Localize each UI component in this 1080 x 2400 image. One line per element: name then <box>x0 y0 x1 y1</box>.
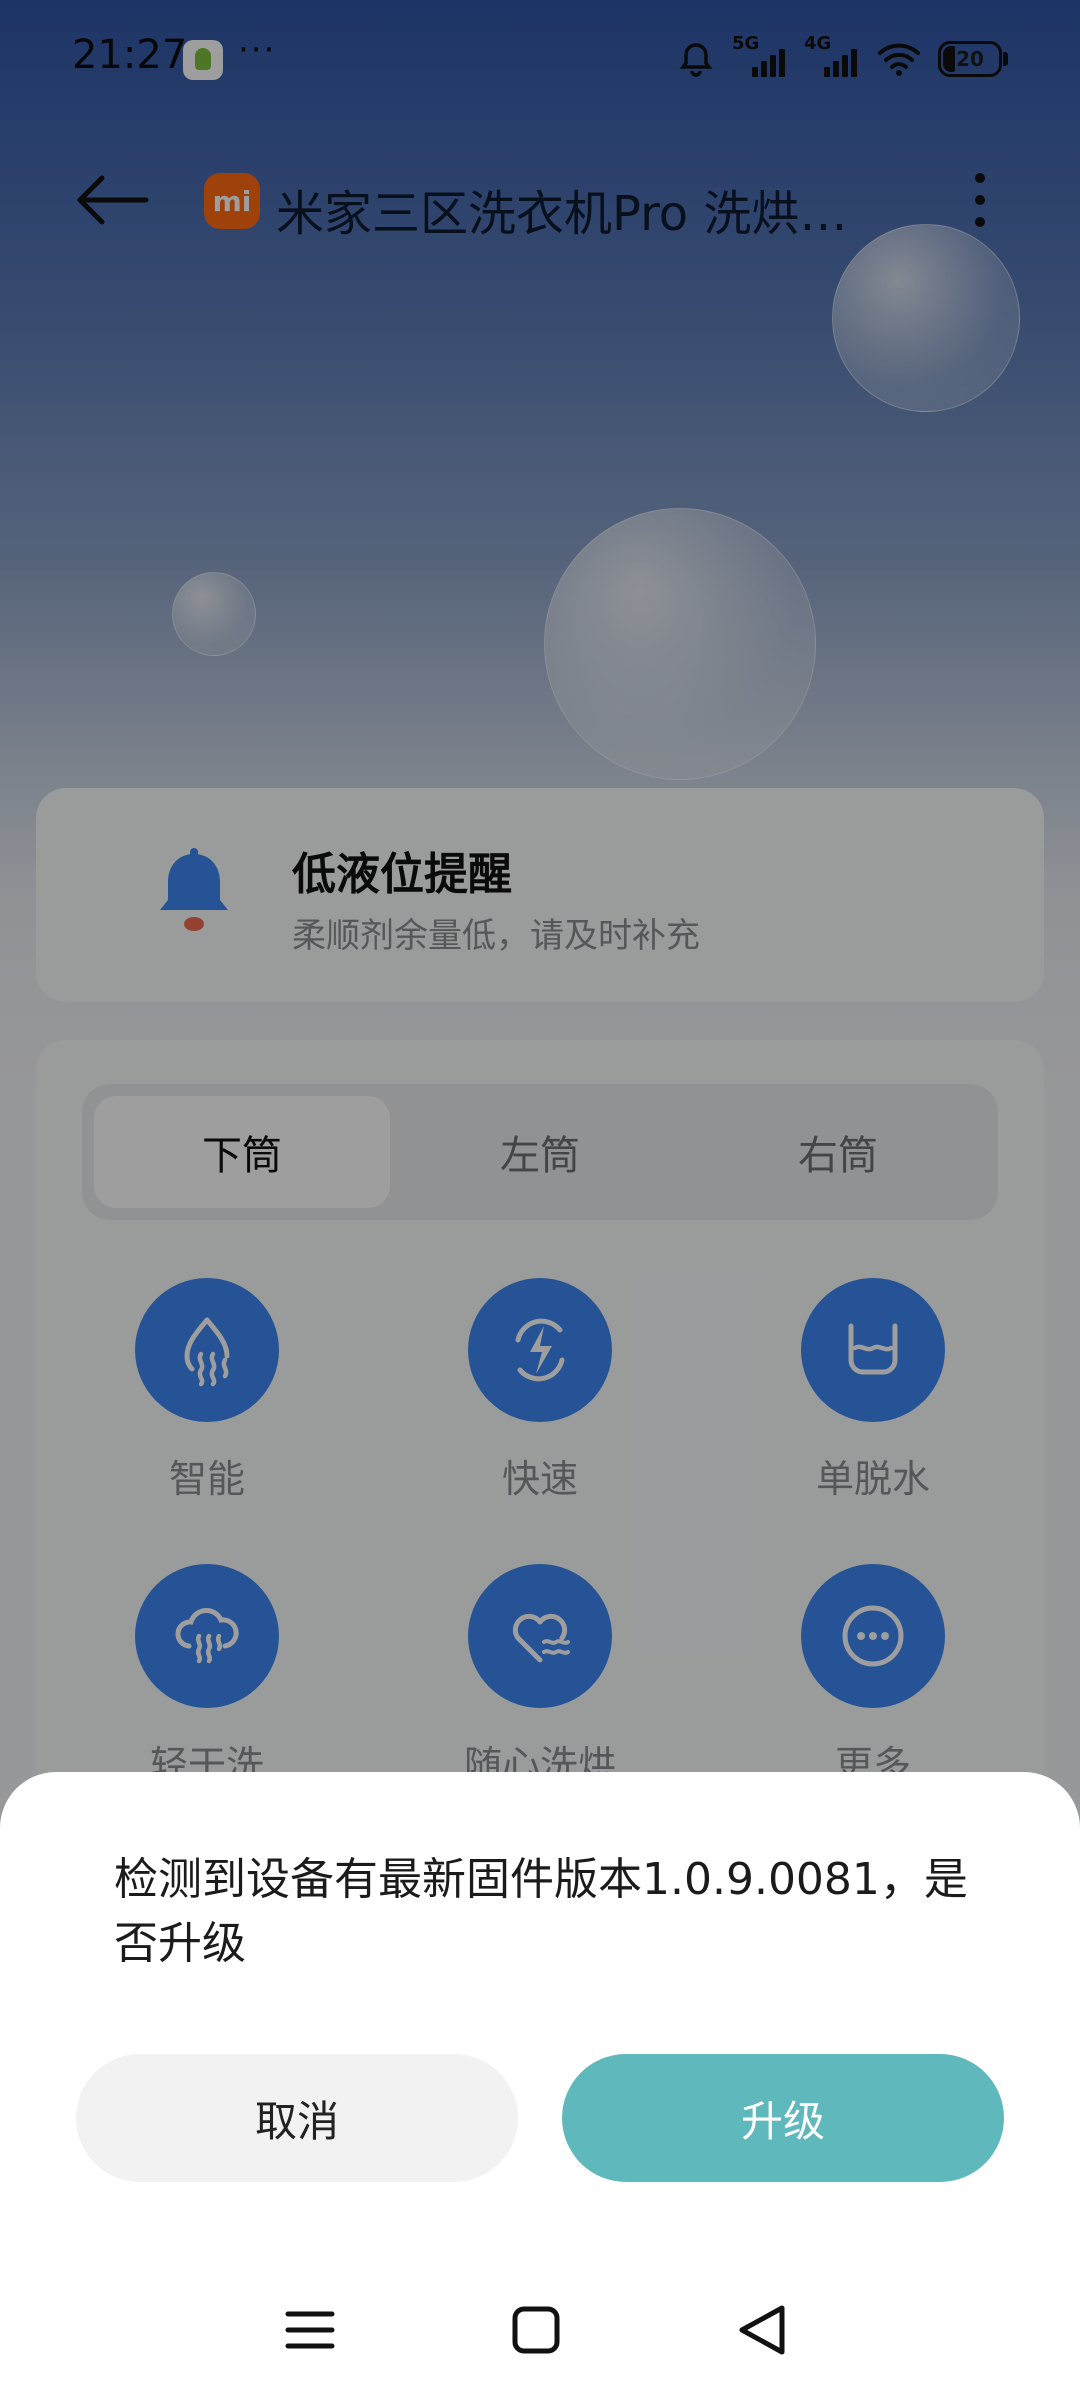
cancel-button[interactable]: 取消 <box>76 2054 518 2182</box>
battery-level: 20 <box>956 47 984 71</box>
upgrade-button[interactable]: 升级 <box>562 2054 1004 2182</box>
menu-icon[interactable] <box>280 2300 340 2360</box>
back-triangle-icon[interactable] <box>732 2300 792 2360</box>
system-nav-bar <box>0 2280 1080 2380</box>
firmware-update-dialog: 检测到设备有最新固件版本1.0.9.0081，是否升级 取消 升级 <box>0 1772 1080 2400</box>
app-screen: 21:27 ··· 5G 4G 20 mi 米家三区洗衣机Pro 洗烘… 低液位… <box>0 0 1080 2400</box>
home-square-icon[interactable] <box>506 2300 566 2360</box>
dialog-message: 检测到设备有最新固件版本1.0.9.0081，是否升级 <box>114 1854 968 1969</box>
